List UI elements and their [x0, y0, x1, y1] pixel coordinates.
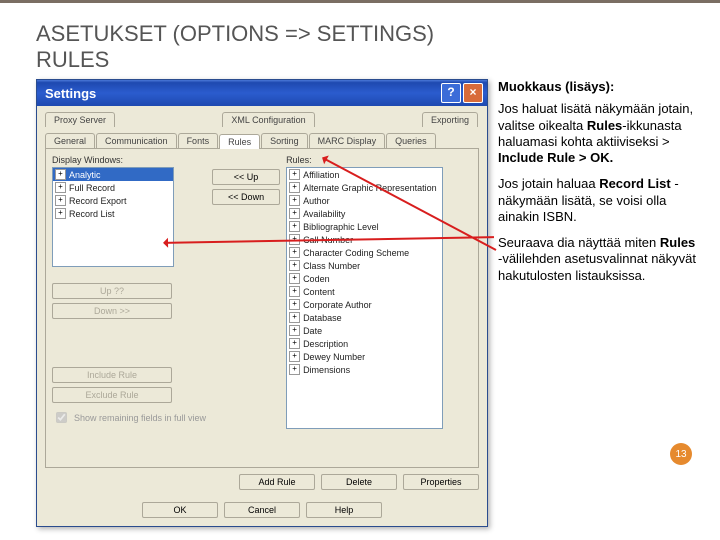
move-up-button[interactable]: << Up: [212, 169, 280, 185]
tab-proxy[interactable]: Proxy Server: [45, 112, 115, 127]
help-button[interactable]: Help: [306, 502, 382, 518]
delete-button[interactable]: Delete: [321, 474, 397, 490]
dialog-title: Settings: [45, 86, 96, 101]
list-item[interactable]: +Dimensions: [287, 363, 442, 376]
list-item[interactable]: +Coden: [287, 272, 442, 285]
list-item: +Full Record: [53, 181, 173, 194]
tab-communication[interactable]: Communication: [96, 133, 177, 148]
list-item: +Analytic: [53, 168, 173, 181]
list-item[interactable]: +Date: [287, 324, 442, 337]
move-down-button[interactable]: << Down: [212, 189, 280, 205]
tab-fonts[interactable]: Fonts: [178, 133, 219, 148]
list-item[interactable]: +Alternate Graphic Representation: [287, 181, 442, 194]
show-remaining-check[interactable]: Show remaining fields in full view: [52, 409, 206, 426]
tab-marc[interactable]: MARC Display: [309, 133, 386, 148]
tabs-row-2: General Communication Fonts Rules Sortin…: [37, 127, 487, 148]
dialog-titlebar[interactable]: Settings ? ×: [37, 80, 487, 106]
expand-icon[interactable]: +: [289, 312, 300, 323]
expand-icon[interactable]: +: [289, 247, 300, 258]
cancel-button[interactable]: Cancel: [224, 502, 300, 518]
list-item[interactable]: +Bibliographic Level: [287, 220, 442, 233]
close-icon[interactable]: ×: [463, 83, 483, 103]
display-windows-label: Display Windows:: [52, 155, 206, 165]
notes-heading: Muokkaus (lisäys):: [498, 79, 700, 95]
list-item[interactable]: +Database: [287, 311, 442, 324]
help-icon[interactable]: ?: [441, 83, 461, 103]
expand-icon[interactable]: +: [55, 169, 66, 180]
list-item[interactable]: +Character Coding Scheme: [287, 246, 442, 259]
expand-icon[interactable]: +: [289, 351, 300, 362]
properties-button[interactable]: Properties: [403, 474, 479, 490]
expand-icon[interactable]: +: [289, 182, 300, 193]
expand-icon[interactable]: +: [55, 195, 66, 206]
expand-icon[interactable]: +: [289, 325, 300, 336]
up-button[interactable]: Up ??: [52, 283, 172, 299]
expand-icon[interactable]: +: [289, 221, 300, 232]
notes-paragraph: Jos jotain haluaa Record List -näkymään …: [498, 176, 700, 225]
display-windows-list[interactable]: +Analytic +Full Record +Record Export +R…: [52, 167, 174, 267]
expand-icon[interactable]: +: [289, 273, 300, 284]
checkbox-icon[interactable]: [56, 412, 67, 423]
notes-paragraph: Jos haluat lisätä näkymään jotain, valit…: [498, 101, 700, 166]
expand-icon[interactable]: +: [289, 286, 300, 297]
expand-icon[interactable]: +: [289, 260, 300, 271]
list-item: +Record Export: [53, 194, 173, 207]
slide-title: ASETUKSET (OPTIONS => SETTINGS) RULES: [36, 21, 700, 73]
tab-exporting[interactable]: Exporting: [422, 112, 478, 127]
tab-queries[interactable]: Queries: [386, 133, 436, 148]
exclude-rule-button[interactable]: Exclude Rule: [52, 387, 172, 403]
expand-icon[interactable]: +: [289, 364, 300, 375]
page-number-badge: 13: [670, 443, 692, 465]
list-item: +Record List: [53, 207, 173, 220]
tabs-row-1: Proxy Server XML Configuration Exporting: [37, 106, 487, 127]
list-item[interactable]: +Description: [287, 337, 442, 350]
expand-icon[interactable]: +: [289, 208, 300, 219]
notes-paragraph: Seuraava dia näyttää miten Rules -välile…: [498, 235, 700, 284]
add-rule-button[interactable]: Add Rule: [239, 474, 315, 490]
list-item[interactable]: +Dewey Number: [287, 350, 442, 363]
expand-icon[interactable]: +: [289, 338, 300, 349]
list-item[interactable]: +Content: [287, 285, 442, 298]
tab-sorting[interactable]: Sorting: [261, 133, 308, 148]
include-rule-button[interactable]: Include Rule: [52, 367, 172, 383]
expand-icon[interactable]: +: [289, 299, 300, 310]
list-item[interactable]: +Class Number: [287, 259, 442, 272]
down-button[interactable]: Down >>: [52, 303, 172, 319]
list-item[interactable]: +Author: [287, 194, 442, 207]
rules-list[interactable]: +Affiliation+Alternate Graphic Represent…: [286, 167, 443, 429]
expand-icon[interactable]: +: [289, 195, 300, 206]
rules-label: Rules:: [286, 155, 443, 165]
ok-button[interactable]: OK: [142, 502, 218, 518]
expand-icon[interactable]: +: [289, 169, 300, 180]
tab-xml[interactable]: XML Configuration: [222, 112, 314, 127]
notes-pane: Muokkaus (lisäys): Jos haluat lisätä näk…: [498, 79, 700, 527]
tab-general[interactable]: General: [45, 133, 95, 148]
expand-icon[interactable]: +: [55, 182, 66, 193]
settings-dialog: Settings ? × Proxy Server XML Configurat…: [36, 79, 488, 527]
tab-rules[interactable]: Rules: [219, 134, 260, 149]
expand-icon[interactable]: +: [55, 208, 66, 219]
list-item[interactable]: +Corporate Author: [287, 298, 442, 311]
